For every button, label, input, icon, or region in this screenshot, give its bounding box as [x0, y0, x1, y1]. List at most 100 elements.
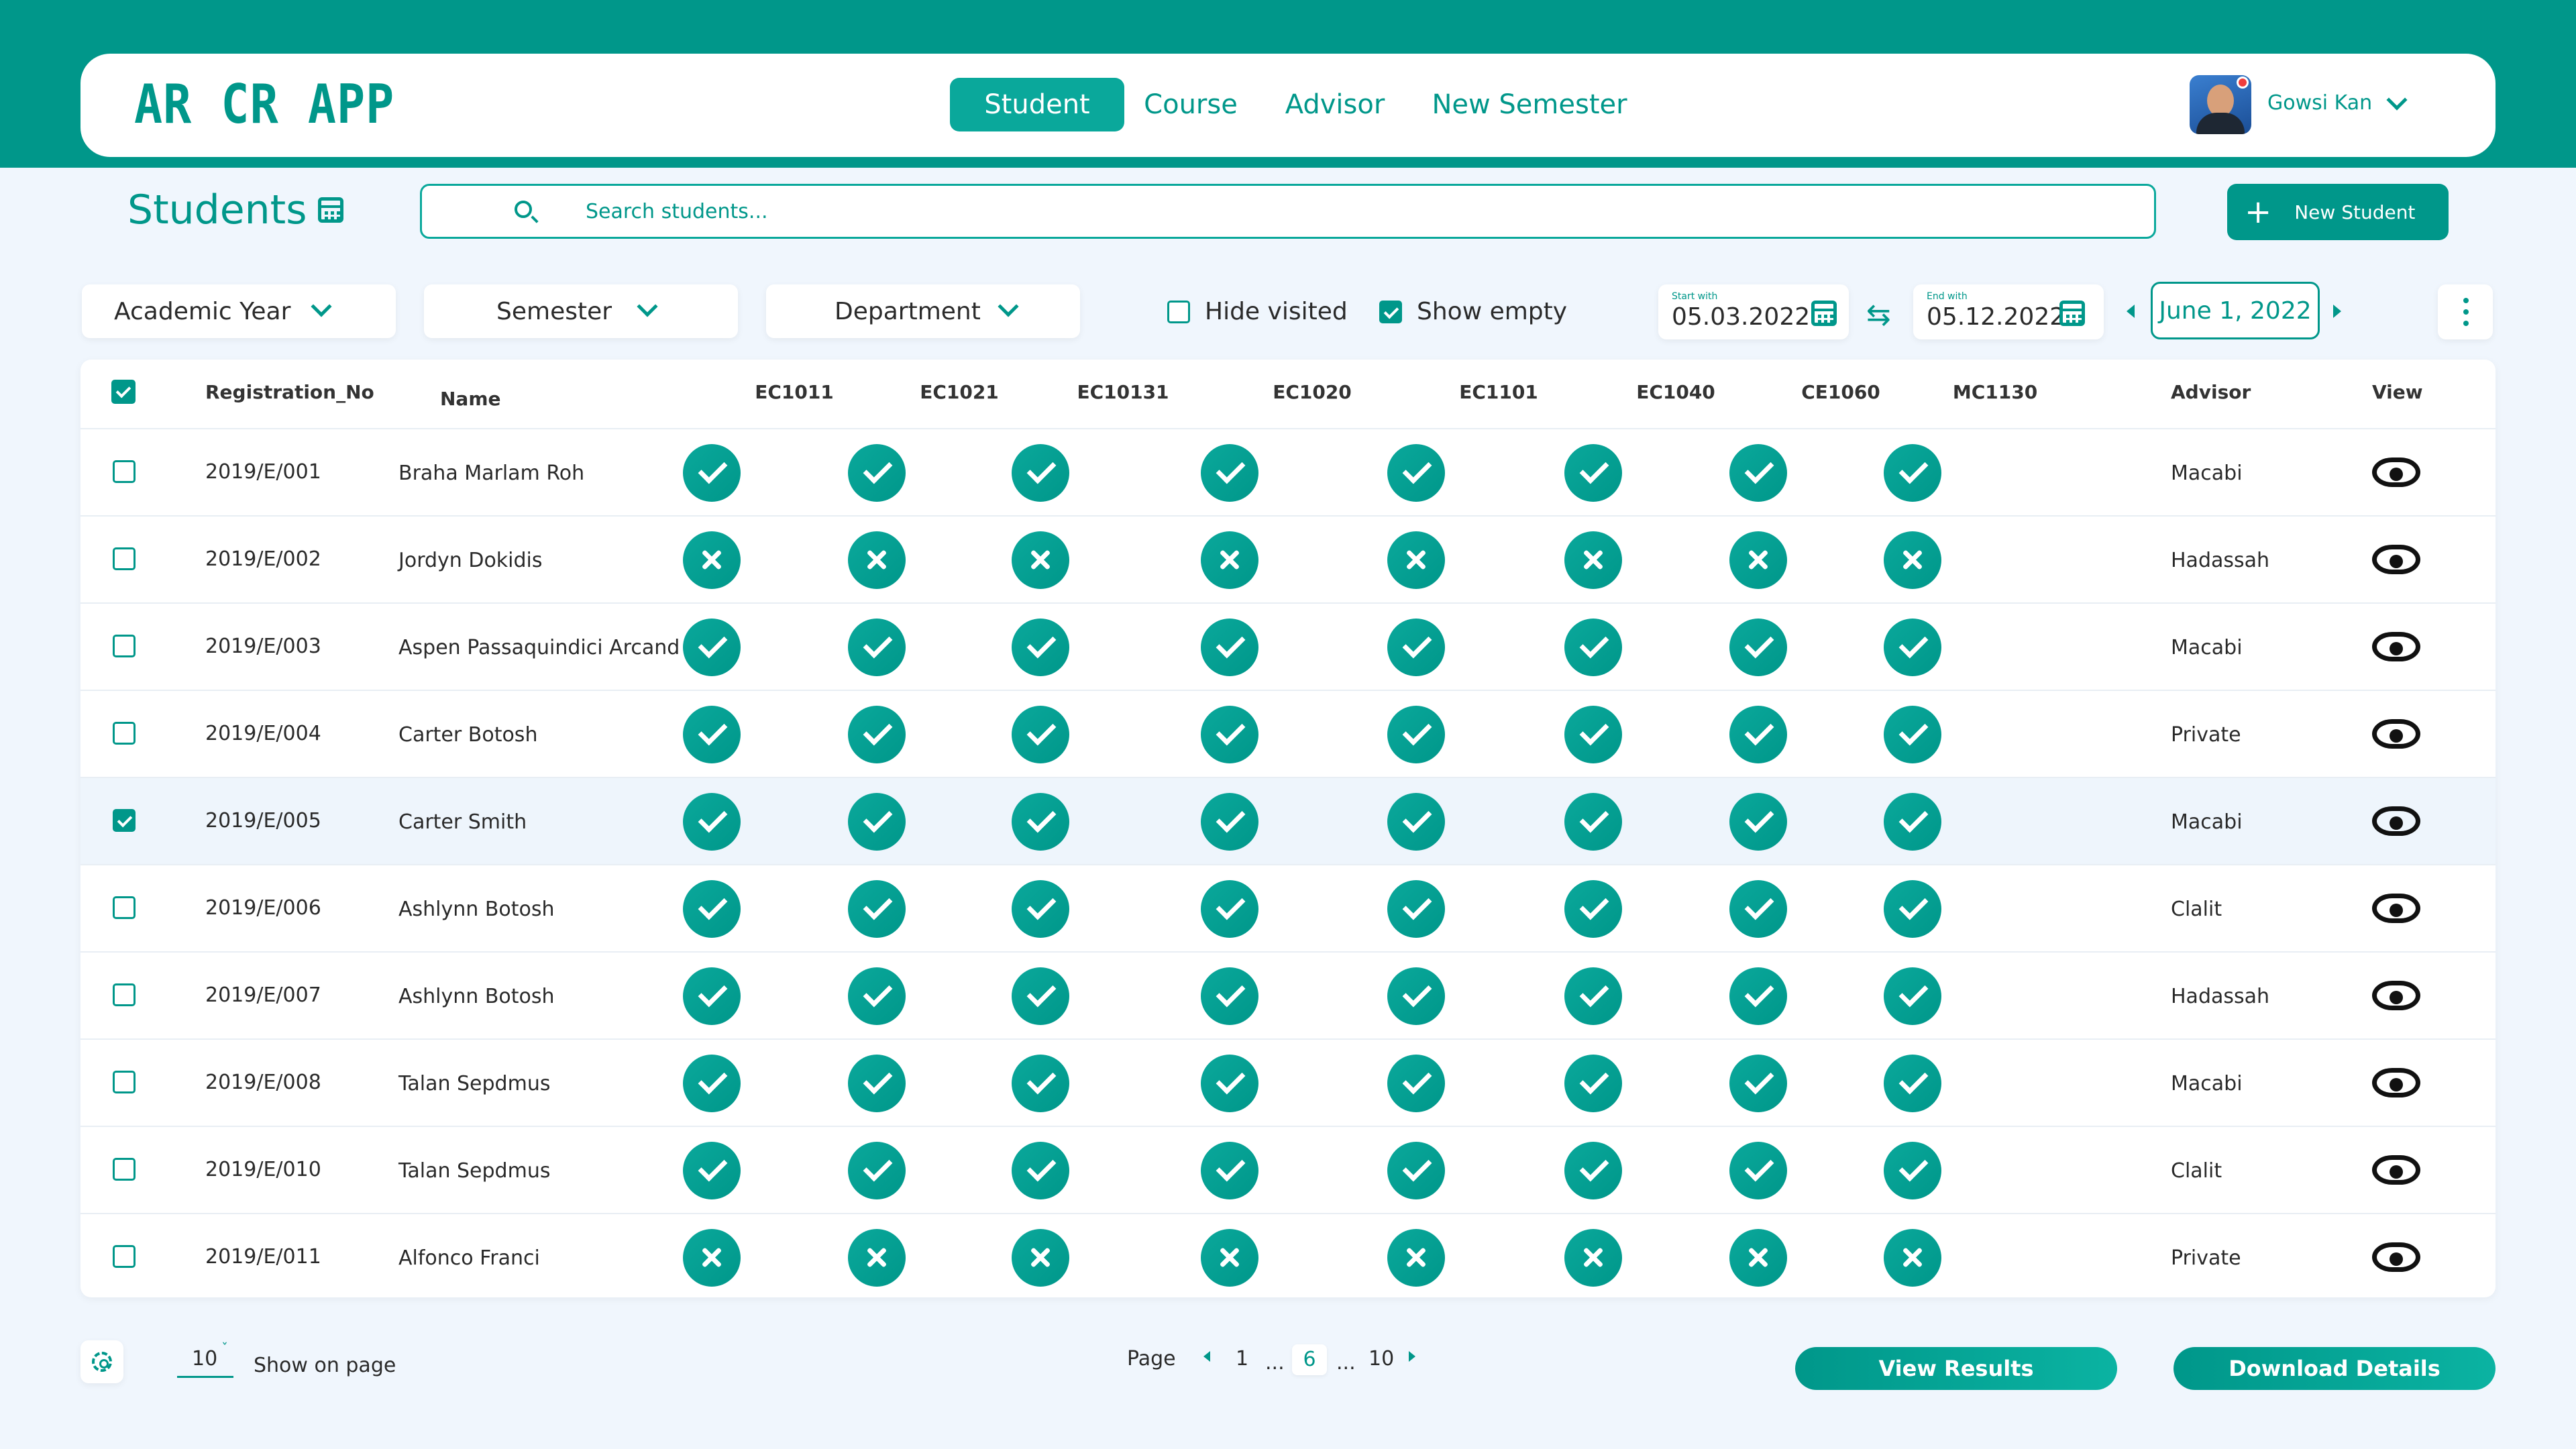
end-date-field[interactable]: End with 05.12.2022 — [1913, 284, 2104, 339]
department-label: Department — [835, 297, 981, 325]
table-row[interactable]: 2019/E/010 Talan Sepdmus Clalit — [80, 1126, 2496, 1213]
eye-icon[interactable] — [2372, 545, 2420, 574]
eye-icon[interactable] — [2372, 458, 2420, 487]
check-icon — [1387, 444, 1445, 502]
department-select[interactable]: Department — [766, 284, 1080, 338]
check-icon — [1729, 1055, 1787, 1112]
nav-advisor[interactable]: Advisor — [1275, 78, 1395, 131]
calendar-icon[interactable] — [2059, 301, 2085, 326]
check-icon — [1201, 967, 1258, 1025]
view-results-button[interactable]: View Results — [1795, 1347, 2117, 1390]
eye-icon[interactable] — [2372, 1068, 2420, 1097]
select-all-checkbox[interactable] — [111, 380, 136, 404]
current-date[interactable]: June 1, 2022 — [2151, 282, 2320, 339]
eye-icon[interactable] — [2372, 1155, 2420, 1185]
eye-icon[interactable] — [2372, 894, 2420, 923]
settings-icon[interactable] — [80, 1340, 123, 1383]
table-row[interactable]: 2019/E/007 Ashlynn Botosh Hadassah — [80, 951, 2496, 1038]
page-ellipsis: ... — [1336, 1351, 1356, 1375]
close-icon — [1729, 1229, 1787, 1287]
plus-icon: + — [2245, 193, 2272, 231]
row-checkbox[interactable] — [113, 547, 136, 570]
start-date-field[interactable]: Start with 05.03.2022 — [1658, 284, 1849, 339]
new-student-button[interactable]: + New Student — [2227, 184, 2449, 240]
download-details-button[interactable]: Download Details — [2174, 1347, 2496, 1390]
row-checkbox[interactable] — [113, 460, 136, 483]
hide-visited-checkbox[interactable] — [1167, 301, 1190, 323]
per-page-select[interactable]: 10 ˇ — [177, 1340, 233, 1378]
user-name[interactable]: Gowsi Kan — [2267, 91, 2372, 115]
close-icon — [1012, 1229, 1069, 1287]
hide-visited-label: Hide visited — [1205, 298, 1348, 325]
close-icon — [1884, 1229, 1941, 1287]
row-checkbox[interactable] — [113, 722, 136, 745]
advisor-name: Private — [2171, 1246, 2241, 1270]
start-date-value: 05.03.2022 — [1672, 303, 1811, 331]
nav-new-semester[interactable]: New Semester — [1429, 78, 1630, 131]
prev-page-icon[interactable] — [1203, 1351, 1210, 1362]
check-icon — [683, 967, 741, 1025]
table-row[interactable]: 2019/E/003 Aspen Passaquindici Arcand Maca… — [80, 602, 2496, 690]
new-student-label: New Student — [2294, 201, 2416, 223]
avatar[interactable] — [2190, 75, 2251, 134]
search-bar[interactable] — [420, 184, 2156, 239]
show-on-page-label: Show on page — [254, 1354, 396, 1377]
page-1[interactable]: 1 — [1236, 1347, 1248, 1371]
row-checkbox[interactable] — [113, 1245, 136, 1268]
close-icon — [683, 531, 741, 589]
academic-year-select[interactable]: Academic Year — [82, 284, 396, 338]
check-icon — [1564, 1142, 1622, 1199]
nav-course[interactable]: Course — [1134, 78, 1248, 131]
page-10[interactable]: 10 — [1368, 1347, 1394, 1371]
row-checkbox[interactable] — [113, 1158, 136, 1181]
calendar-icon[interactable] — [1811, 301, 1837, 326]
close-icon — [1387, 1229, 1445, 1287]
registration-no: 2019/E/001 — [205, 460, 321, 484]
row-checkbox[interactable] — [113, 896, 136, 919]
close-icon — [1729, 531, 1787, 589]
row-checkbox[interactable] — [113, 635, 136, 657]
advisor-name: Hadassah — [2171, 549, 2270, 572]
table-row[interactable]: 2019/E/004 Carter Botosh Private — [80, 690, 2496, 777]
registration-no: 2019/E/006 — [205, 896, 321, 920]
nav-student[interactable]: Student — [950, 78, 1124, 131]
table-row[interactable]: 2019/E/005 Carter Smith Macabi — [80, 777, 2496, 864]
eye-icon[interactable] — [2372, 981, 2420, 1010]
header-course: CE1060 — [1801, 381, 1880, 403]
student-name: Ashlynn Botosh — [398, 898, 555, 921]
table-row[interactable]: 2019/E/006 Ashlynn Botosh Clalit — [80, 864, 2496, 951]
table-row[interactable]: 2019/E/001 Braha Marlam Roh Macabi — [80, 428, 2496, 515]
chevron-down-icon — [637, 296, 658, 317]
close-icon — [1564, 531, 1622, 589]
row-checkbox[interactable] — [113, 1071, 136, 1093]
table-row[interactable]: 2019/E/008 Talan Sepdmus Macabi — [80, 1038, 2496, 1126]
row-checkbox[interactable] — [113, 983, 136, 1006]
more-options-icon[interactable] — [2438, 284, 2493, 339]
check-icon — [1012, 880, 1069, 938]
eye-icon[interactable] — [2372, 806, 2420, 836]
swap-icon[interactable]: ⇆ — [1866, 298, 1891, 332]
table-row[interactable]: 2019/E/011 Alfonco Franci Private — [80, 1213, 2496, 1300]
check-icon — [1564, 619, 1622, 676]
prev-date-icon[interactable] — [2127, 305, 2135, 318]
close-icon — [1564, 1229, 1622, 1287]
search-icon — [515, 201, 532, 218]
search-input[interactable] — [586, 198, 2129, 225]
row-checkbox[interactable] — [113, 809, 136, 832]
eye-icon[interactable] — [2372, 632, 2420, 661]
semester-select[interactable]: Semester — [424, 284, 738, 338]
eye-icon[interactable] — [2372, 1242, 2420, 1272]
chevron-down-icon: ˇ — [221, 1340, 228, 1356]
next-page-icon[interactable] — [1409, 1351, 1415, 1362]
next-date-icon[interactable] — [2333, 305, 2341, 318]
table-row[interactable]: 2019/E/002 Jordyn Dokidis Hadassah — [80, 515, 2496, 602]
check-icon — [1201, 880, 1258, 938]
eye-icon[interactable] — [2372, 719, 2420, 749]
student-name: Carter Botosh — [398, 723, 538, 747]
student-name: Aspen Passaquindici Arcand — [398, 636, 680, 659]
check-icon — [1387, 1055, 1445, 1112]
show-empty-checkbox[interactable] — [1379, 301, 1402, 323]
check-icon — [1729, 706, 1787, 763]
calendar-icon[interactable] — [318, 197, 343, 223]
page-6[interactable]: 6 — [1292, 1344, 1327, 1375]
